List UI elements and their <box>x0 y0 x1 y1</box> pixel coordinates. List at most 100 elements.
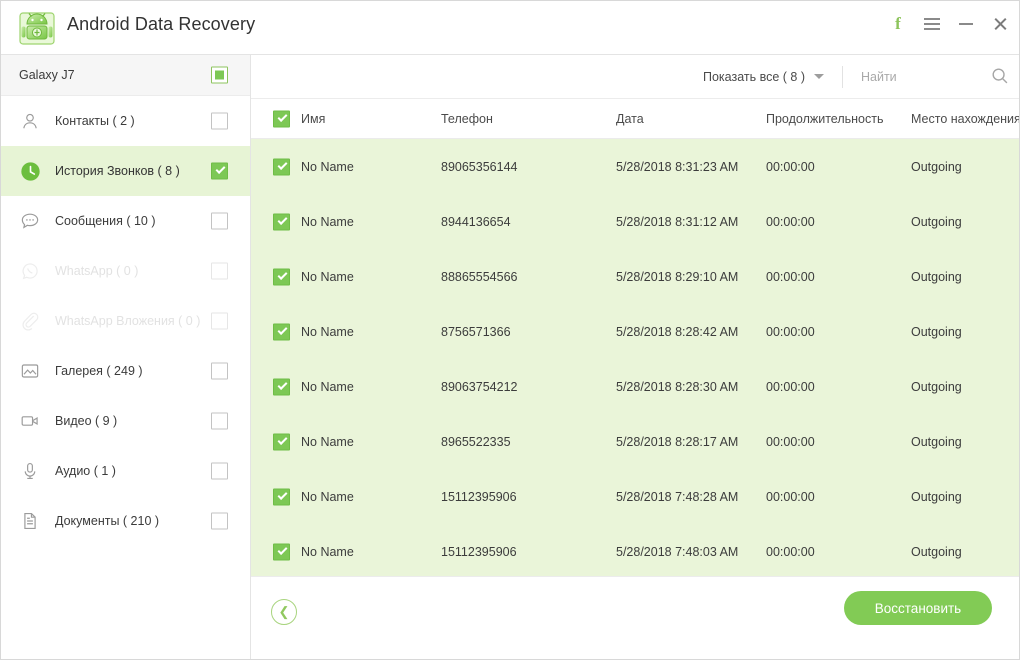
sidebar-item-label: Видео ( 9 ) <box>55 414 117 428</box>
sidebar-item-documents[interactable]: Документы ( 210 ) <box>1 496 250 546</box>
row-checkbox[interactable] <box>273 488 290 505</box>
device-checkbox[interactable] <box>211 67 228 84</box>
menu-icon[interactable] <box>923 15 941 33</box>
sidebar-item-video[interactable]: Видео ( 9 ) <box>1 396 250 446</box>
cell-location: Outgoing <box>911 435 1020 449</box>
column-header-phone[interactable]: Телефон <box>441 112 616 126</box>
sidebar-item-checkbox[interactable] <box>211 413 228 430</box>
table-row[interactable]: No Name151123959065/28/2018 7:48:28 AM00… <box>251 469 1020 524</box>
sidebar-item-whatsapp-attachments[interactable]: WhatsApp Вложения ( 0 ) <box>1 296 250 346</box>
table-row[interactable]: No Name151123959065/28/2018 7:48:03 AM00… <box>251 524 1020 576</box>
table-row[interactable]: No Name888655545665/28/2018 8:29:10 AM00… <box>251 249 1020 304</box>
cell-location: Outgoing <box>911 490 1020 504</box>
sidebar-item-gallery[interactable]: Галерея ( 249 ) <box>1 346 250 396</box>
clock-icon <box>19 160 41 182</box>
row-checkbox[interactable] <box>273 213 290 230</box>
column-header-name[interactable]: Имя <box>301 112 441 126</box>
row-checkbox[interactable] <box>273 323 290 340</box>
cell-duration: 00:00:00 <box>766 270 911 284</box>
close-button[interactable] <box>991 15 1009 33</box>
sidebar-item-checkbox[interactable] <box>211 313 228 330</box>
sidebar-item-checkbox[interactable] <box>211 213 228 230</box>
facebook-icon[interactable]: f <box>889 15 907 33</box>
cell-location: Outgoing <box>911 160 1020 174</box>
table-row[interactable]: No Name87565713665/28/2018 8:28:42 AM00:… <box>251 304 1020 359</box>
row-checkbox[interactable] <box>273 268 290 285</box>
row-checkbox[interactable] <box>273 433 290 450</box>
sidebar-item-checkbox[interactable] <box>211 513 228 530</box>
row-checkbox-cell <box>251 304 301 359</box>
sidebar-item-label: История Звонков ( 8 ) <box>55 164 180 178</box>
column-header-date[interactable]: Дата <box>616 112 766 126</box>
whatsapp-icon <box>19 260 41 282</box>
table-row[interactable]: No Name890637542125/28/2018 8:28:30 AM00… <box>251 359 1020 414</box>
cell-duration: 00:00:00 <box>766 490 911 504</box>
back-button[interactable]: ❮ <box>271 599 297 625</box>
microphone-icon <box>19 460 41 482</box>
select-all-checkbox[interactable] <box>273 111 290 128</box>
title-bar: Android Data Recovery f <box>1 1 1020 55</box>
filter-label: Показать все ( 8 ) <box>703 70 805 84</box>
sidebar-item-call-history[interactable]: История Звонков ( 8 ) <box>1 146 250 196</box>
recover-button[interactable]: Восстановить <box>844 591 992 625</box>
search-input[interactable] <box>861 64 981 90</box>
cell-name: No Name <box>301 270 441 284</box>
sidebar-nav: Контакты ( 2 ) История Звонков ( 8 ) <box>1 96 250 546</box>
cell-date: 5/28/2018 8:28:30 AM <box>616 380 766 394</box>
column-header-duration[interactable]: Продолжительность <box>766 112 911 126</box>
row-checkbox-cell <box>251 414 301 469</box>
sidebar-item-label: Аудио ( 1 ) <box>55 464 116 478</box>
cell-location: Outgoing <box>911 215 1020 229</box>
row-checkbox[interactable] <box>273 158 290 175</box>
cell-duration: 00:00:00 <box>766 380 911 394</box>
cell-date: 5/28/2018 7:48:28 AM <box>616 490 766 504</box>
sidebar-item-whatsapp[interactable]: WhatsApp ( 0 ) <box>1 246 250 296</box>
table-row[interactable]: No Name89655223355/28/2018 8:28:17 AM00:… <box>251 414 1020 469</box>
cell-date: 5/28/2018 8:28:17 AM <box>616 435 766 449</box>
sidebar: Galaxy J7 Контакты ( 2 ) <box>1 55 251 660</box>
sidebar-item-contacts[interactable]: Контакты ( 2 ) <box>1 96 250 146</box>
cell-name: No Name <box>301 215 441 229</box>
minimize-button[interactable] <box>957 15 975 33</box>
row-checkbox[interactable] <box>273 543 290 560</box>
row-checkbox-cell <box>251 194 301 249</box>
sidebar-item-messages[interactable]: Сообщения ( 10 ) <box>1 196 250 246</box>
cell-phone: 89065356144 <box>441 160 616 174</box>
row-checkbox-cell <box>251 524 301 576</box>
sidebar-item-label: WhatsApp ( 0 ) <box>55 264 138 278</box>
search-icon[interactable] <box>991 67 1009 85</box>
window-controls: f <box>889 15 1009 33</box>
chevron-down-icon <box>814 74 824 79</box>
sidebar-item-checkbox[interactable] <box>211 363 228 380</box>
table-header: Имя Телефон Дата Продолжительность Место… <box>251 99 1020 139</box>
cell-location: Outgoing <box>911 545 1020 559</box>
column-header-location[interactable]: Место нахождения <box>911 112 1020 126</box>
cell-phone: 15112395906 <box>441 490 616 504</box>
cell-phone: 89063754212 <box>441 380 616 394</box>
cell-duration: 00:00:00 <box>766 215 911 229</box>
cell-name: No Name <box>301 490 441 504</box>
cell-location: Outgoing <box>911 270 1020 284</box>
cell-date: 5/28/2018 8:31:12 AM <box>616 215 766 229</box>
row-checkbox[interactable] <box>273 378 290 395</box>
filter-dropdown[interactable]: Показать все ( 8 ) <box>703 70 824 84</box>
sidebar-item-label: Сообщения ( 10 ) <box>55 214 156 228</box>
cell-phone: 88865554566 <box>441 270 616 284</box>
table-row[interactable]: No Name89441366545/28/2018 8:31:12 AM00:… <box>251 194 1020 249</box>
sidebar-item-checkbox[interactable] <box>211 113 228 130</box>
sidebar-item-label: Контакты ( 2 ) <box>55 114 135 128</box>
android-robot-icon <box>16 7 58 49</box>
sidebar-item-audio[interactable]: Аудио ( 1 ) <box>1 446 250 496</box>
main-panel: Показать все ( 8 ) Имя <box>251 55 1020 660</box>
cell-phone: 8965522335 <box>441 435 616 449</box>
sidebar-item-checkbox[interactable] <box>211 163 228 180</box>
sidebar-item-checkbox[interactable] <box>211 463 228 480</box>
close-icon <box>993 17 1007 31</box>
sidebar-item-checkbox[interactable] <box>211 263 228 280</box>
cell-phone: 15112395906 <box>441 545 616 559</box>
video-icon <box>19 410 41 432</box>
cell-date: 5/28/2018 8:29:10 AM <box>616 270 766 284</box>
row-checkbox-cell <box>251 469 301 524</box>
table-row[interactable]: No Name890653561445/28/2018 8:31:23 AM00… <box>251 139 1020 194</box>
sidebar-device-row[interactable]: Galaxy J7 <box>1 55 250 96</box>
